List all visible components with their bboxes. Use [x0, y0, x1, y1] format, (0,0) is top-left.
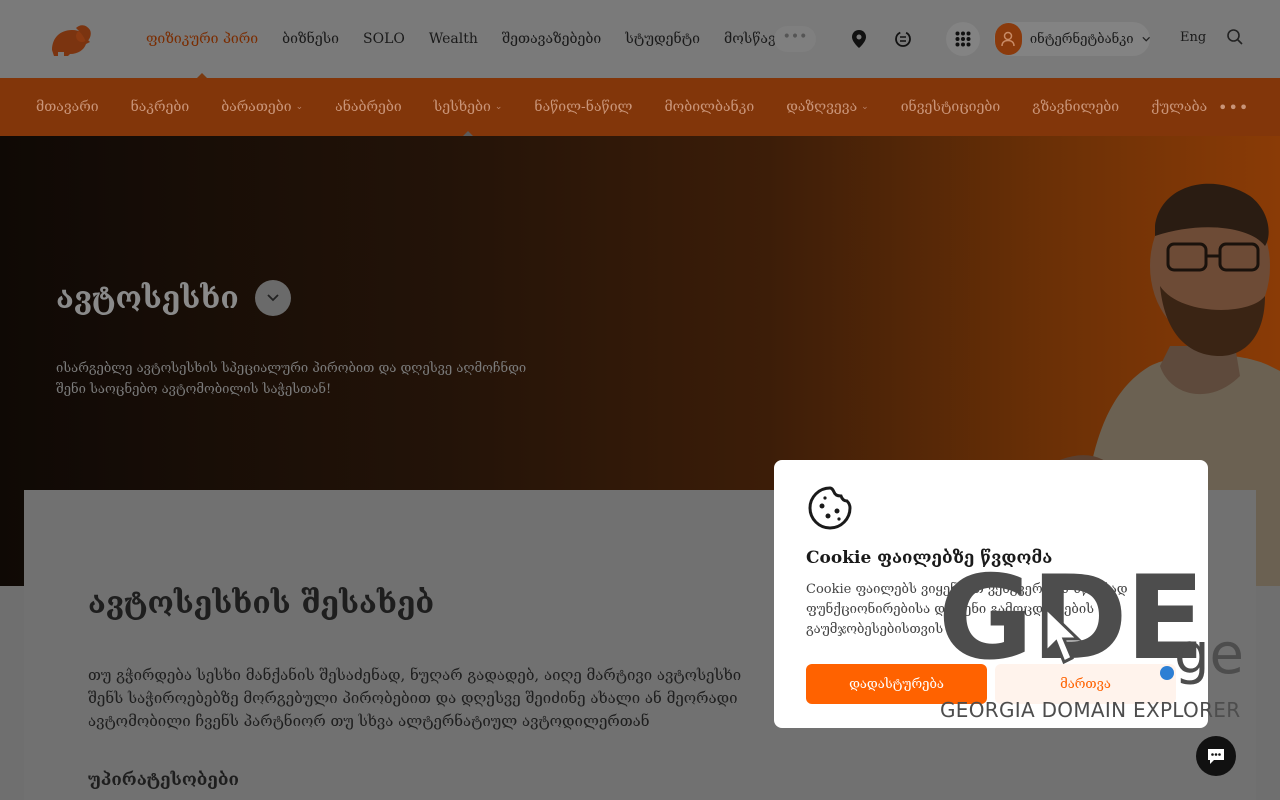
product-nav-label: დაზღვევა [786, 99, 858, 115]
product-nav-label: ინვესტიციები [900, 99, 1001, 115]
cursor-icon [1044, 606, 1082, 665]
hero-dropdown-button[interactable] [254, 280, 291, 316]
search-icon[interactable] [1226, 28, 1244, 50]
product-nav-label: ნაწილ-ნაწილ [534, 99, 633, 115]
product-nav-label: მობილბანკი [664, 99, 755, 115]
product-nav-item[interactable]: ნაკრები [131, 78, 190, 136]
nav-business[interactable]: ბიზნესი [282, 0, 339, 78]
segment-nav: ფიზიკური პირი ბიზნესი SOLO Wealth შეთავა… [146, 0, 823, 79]
nav-individual[interactable]: ფიზიკური პირი [146, 0, 258, 79]
lion-logo-icon[interactable] [46, 20, 94, 58]
internet-bank-label: ინტერნეტბანკი [1029, 31, 1134, 47]
product-nav-item[interactable]: ნაწილ-ნაწილ [534, 78, 632, 136]
top-header: ფიზიკური პირი ბიზნესი SOLO Wealth შეთავა… [0, 0, 1280, 79]
about-heading: ავტოსესხის შესახებ [88, 586, 435, 621]
chevron-down-icon [267, 294, 279, 302]
nav-solo[interactable]: SOLO [363, 0, 405, 78]
advantages-heading: უპირატესობები [88, 770, 239, 790]
page-title: ავტოსესხი [56, 280, 239, 316]
cookie-icon [808, 486, 852, 530]
product-nav-item[interactable]: ინვესტიციები [901, 78, 1000, 136]
product-nav-label: ნაკრები [130, 99, 190, 115]
hero-title-row: ავტოსესხი [56, 280, 291, 316]
about-text: თუ გჭირდება სესხი მანქანის შესაძენად, ნუ… [88, 666, 742, 730]
product-nav-label: მთავარი [36, 99, 99, 115]
chevron-down-icon: ⌄ [861, 102, 869, 112]
watermark-dot [1160, 666, 1174, 680]
product-nav-label: ბარათები [221, 99, 292, 115]
product-nav-more-button[interactable]: ••• [1218, 100, 1249, 116]
product-nav-item[interactable]: მობილბანკი [664, 78, 754, 136]
product-nav-list: მთავარი ნაკრები ბარათები ⌄ ანაბრები სესხები ⌄ ნ… [36, 78, 1239, 137]
product-nav-item[interactable]: ქულაბა [1151, 78, 1207, 136]
nav-student[interactable]: სტუდენტი [625, 0, 700, 78]
product-nav-label: სესხები [433, 99, 491, 115]
watermark-subtitle: GEORGIA DOMAIN EXPLORER [940, 698, 1241, 722]
currency-exchange-icon[interactable] [888, 24, 918, 54]
internet-bank-button[interactable]: ინტერნეტბანკი [994, 22, 1150, 56]
product-nav-label: ანაბრები [335, 99, 402, 115]
product-nav: მთავარი ნაკრები ბარათები ⌄ ანაბრები სესხები ⌄ ნ… [0, 78, 1280, 137]
hero-description: ისარგებლე ავტოსესხის სპეციალური პირობით … [56, 361, 527, 397]
apps-grid-icon[interactable] [946, 22, 980, 56]
nav-offers[interactable]: შეთავაზებები [502, 0, 601, 78]
user-icon [995, 23, 1022, 55]
product-nav-item[interactable]: სესხები ⌄ [433, 78, 503, 137]
chevron-down-icon: ⌄ [494, 102, 503, 112]
product-nav-label: გზავნილები [1032, 99, 1120, 115]
watermark-tld: ge [1174, 622, 1244, 687]
language-switch[interactable]: Eng [1180, 30, 1206, 45]
product-nav-item[interactable]: დაზღვევა ⌄ [786, 78, 868, 136]
more-segments-button[interactable]: ••• [774, 26, 816, 52]
product-nav-item[interactable]: მთავარი [36, 78, 99, 136]
product-nav-label: ქულაბა [1151, 99, 1208, 115]
product-nav-item[interactable]: გზავნილები [1032, 78, 1119, 136]
location-pin-icon[interactable] [844, 24, 874, 54]
nav-wealth[interactable]: Wealth [429, 0, 478, 78]
product-nav-item[interactable]: ანაბრები [335, 78, 402, 136]
product-nav-item[interactable]: ბარათები ⌄ [221, 78, 303, 136]
chat-bubble-icon[interactable] [1196, 736, 1236, 776]
chevron-down-icon [1141, 36, 1150, 42]
chevron-down-icon: ⌄ [295, 102, 304, 112]
gde-watermark: GDE ge GEORGIA DOMAIN EXPLORER [938, 554, 1248, 724]
